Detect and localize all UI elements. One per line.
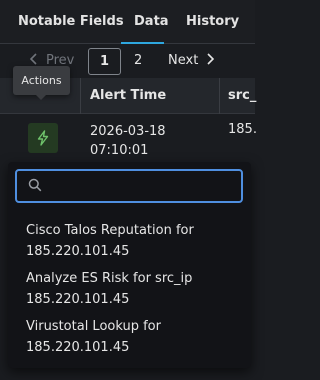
page-button-1[interactable]: 1 — [88, 48, 121, 75]
alert-time-cell: 2026-03-18 07:10:01 — [90, 122, 210, 160]
alert-clock: 07:10:01 — [90, 143, 149, 158]
table-row: 2026-03-18 07:10:01 185. — [0, 114, 257, 164]
column-header-alert-time[interactable]: Alert Time — [90, 88, 166, 103]
tab-notable-fields[interactable]: Notable Fields — [18, 14, 124, 29]
menu-item-ip: 185.220.101.45 — [26, 292, 130, 307]
page-button-2[interactable]: 2 — [134, 53, 142, 68]
next-page-button[interactable]: Next — [168, 53, 215, 68]
menu-item-virustotal[interactable]: Virustotal Lookup for 185.220.101.45 — [26, 316, 236, 358]
src-ip-cell: 185. — [228, 122, 257, 137]
search-icon — [28, 178, 42, 192]
alert-date: 2026-03-18 — [90, 124, 166, 139]
next-page-label: Next — [168, 53, 199, 68]
actions-button[interactable] — [28, 123, 58, 153]
search-input[interactable] — [53, 175, 233, 197]
column-divider — [219, 78, 220, 114]
actions-tooltip: Actions — [13, 66, 70, 100]
chevron-left-icon — [29, 53, 37, 65]
menu-item-ip: 185.220.101.45 — [26, 244, 130, 259]
menu-item-label: Cisco Talos Reputation for — [26, 223, 194, 238]
column-header-src[interactable]: src_ — [228, 88, 256, 103]
tab-history[interactable]: History — [186, 14, 239, 29]
menu-item-ip: 185.220.101.45 — [26, 340, 130, 355]
menu-item-cisco-talos[interactable]: Cisco Talos Reputation for 185.220.101.4… — [26, 220, 236, 262]
tab-bar: Notable Fields Data History — [0, 0, 255, 44]
lightning-bolt-icon — [37, 130, 49, 146]
menu-item-analyze-es-risk[interactable]: Analyze ES Risk for src_ip 185.220.101.4… — [26, 268, 236, 310]
menu-item-label: Analyze ES Risk for src_ip — [26, 271, 193, 286]
tab-data[interactable]: Data — [134, 14, 169, 29]
menu-item-label: Virustotal Lookup for — [26, 319, 161, 334]
search-field[interactable] — [15, 169, 243, 203]
column-divider — [80, 78, 81, 114]
chevron-right-icon — [207, 53, 215, 65]
actions-menu: Cisco Talos Reputation for 185.220.101.4… — [8, 162, 251, 368]
